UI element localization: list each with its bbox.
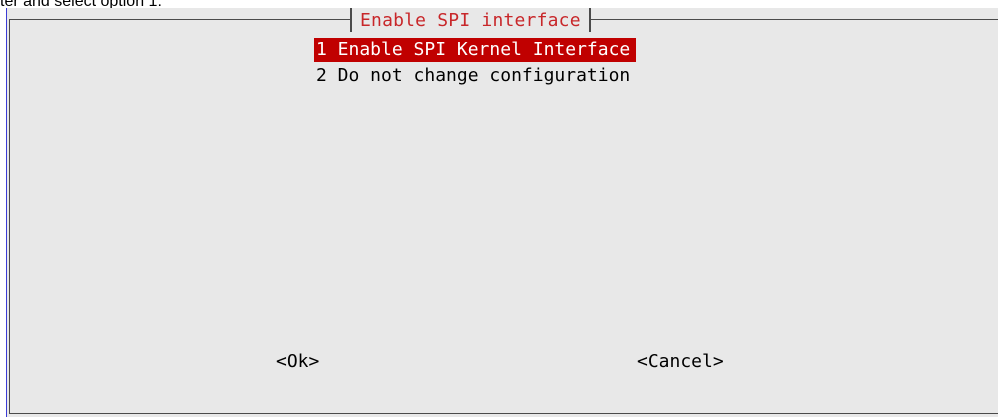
- dialog-title: Enable SPI interface: [360, 9, 581, 31]
- options-menu: 1 Enable SPI Kernel Interface 2 Do not c…: [314, 38, 637, 90]
- dialog-border-bottom: [9, 413, 998, 414]
- page: ter and select option 1: Enable SPI inte…: [0, 0, 998, 417]
- menu-row: 1 Enable SPI Kernel Interface: [314, 38, 637, 64]
- cancel-button[interactable]: <Cancel>: [637, 350, 724, 374]
- dialog-border-left: [9, 19, 10, 414]
- dialog-title-box: Enable SPI interface: [350, 8, 591, 32]
- ok-button[interactable]: <Ok>: [276, 350, 319, 374]
- option-enable-spi[interactable]: 1 Enable SPI Kernel Interface: [314, 38, 637, 62]
- option-do-not-change[interactable]: 2 Do not change configuration: [314, 64, 636, 88]
- menu-row: 2 Do not change configuration: [314, 64, 636, 90]
